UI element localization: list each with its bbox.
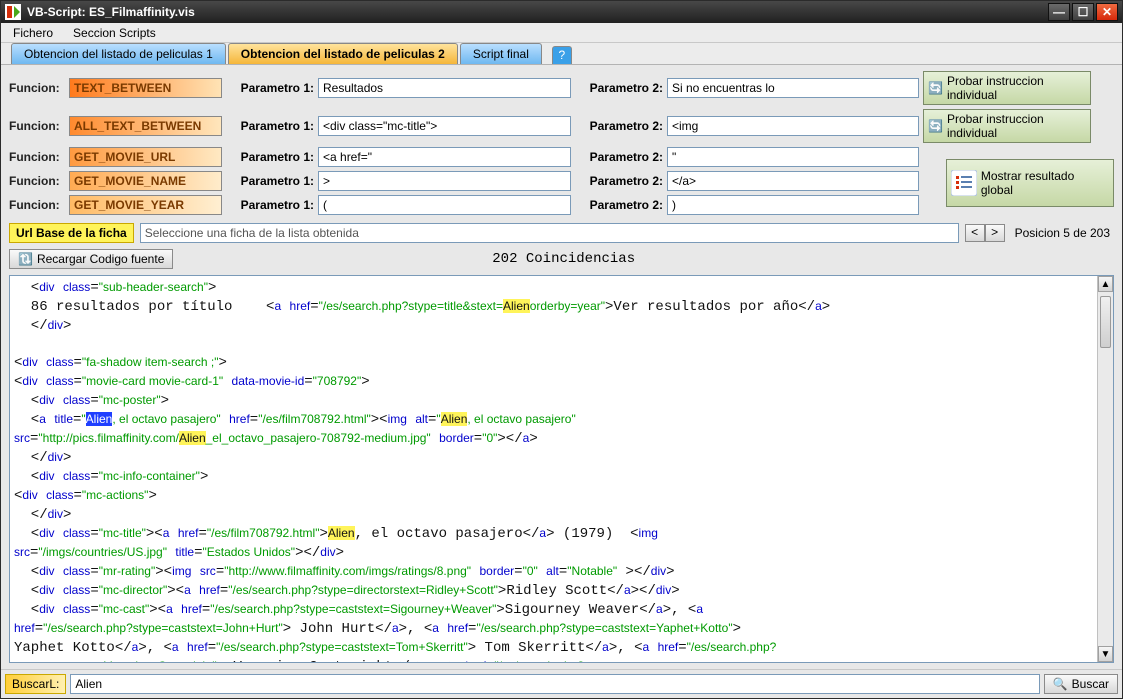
func-box: GET_MOVIE_URL bbox=[69, 147, 222, 167]
tab-script-final[interactable]: Script final bbox=[460, 43, 542, 64]
func-box: GET_MOVIE_NAME bbox=[69, 171, 222, 191]
titlebar: VB-Script: ES_Filmaffinity.vis — ☐ ✕ bbox=[1, 1, 1122, 23]
param2-input[interactable] bbox=[667, 195, 919, 215]
param1-input[interactable] bbox=[318, 147, 571, 167]
param2-input[interactable] bbox=[667, 116, 919, 136]
probar-button[interactable]: 🔄Probar instruccion individual bbox=[923, 71, 1091, 105]
buscar-button[interactable]: 🔍 Buscar bbox=[1044, 674, 1118, 694]
scrollbar[interactable]: ▲ ▼ bbox=[1097, 276, 1113, 662]
close-button[interactable]: ✕ bbox=[1096, 3, 1118, 21]
label-funcion: Funcion: bbox=[9, 81, 65, 95]
tab-help[interactable]: ? bbox=[552, 46, 572, 64]
param-row: Funcion: TEXT_BETWEEN Parametro 1: Param… bbox=[9, 71, 1114, 105]
func-box: GET_MOVIE_YEAR bbox=[69, 195, 222, 215]
scroll-up-button[interactable]: ▲ bbox=[1098, 276, 1113, 292]
tab-peliculas-2[interactable]: Obtencion del listado de peliculas 2 bbox=[228, 43, 458, 64]
url-base-input[interactable] bbox=[140, 223, 959, 243]
reload-source-button[interactable]: 🔃 Recargar Codigo fuente bbox=[9, 249, 173, 269]
app-icon bbox=[5, 4, 21, 20]
url-row: Url Base de la ficha < > Posicion 5 de 2… bbox=[9, 223, 1114, 243]
menubar: Fichero Seccion Scripts bbox=[1, 23, 1122, 43]
position-label: Posicion 5 de 203 bbox=[1011, 226, 1114, 240]
maximize-button[interactable]: ☐ bbox=[1072, 3, 1094, 21]
param1-input[interactable] bbox=[318, 116, 571, 136]
func-box: ALL_TEXT_BETWEEN bbox=[69, 116, 222, 136]
url-base-label: Url Base de la ficha bbox=[9, 223, 134, 243]
coincidencias-label: 202 Coincidencias bbox=[173, 251, 954, 267]
prev-button[interactable]: < bbox=[965, 224, 985, 242]
menu-fichero[interactable]: Fichero bbox=[7, 24, 59, 42]
next-button[interactable]: > bbox=[985, 224, 1005, 242]
global-result-button[interactable]: Mostrar resultado global bbox=[946, 159, 1114, 207]
param2-input[interactable] bbox=[667, 147, 919, 167]
source-code-area[interactable]: <div class="sub-header-search"> 86 resul… bbox=[9, 275, 1114, 663]
list-icon bbox=[951, 170, 977, 196]
scroll-down-button[interactable]: ▼ bbox=[1098, 646, 1113, 662]
search-label: BuscarL: bbox=[5, 674, 66, 694]
scroll-thumb[interactable] bbox=[1100, 296, 1111, 348]
param-row: Funcion: GET_MOVIE_NAME Parametro 1: Par… bbox=[9, 171, 942, 191]
probar-button[interactable]: 🔄Probar instruccion individual bbox=[923, 109, 1091, 143]
menu-seccion-scripts[interactable]: Seccion Scripts bbox=[67, 24, 162, 42]
search-bar: BuscarL: 🔍 Buscar bbox=[1, 669, 1122, 698]
param-row: Funcion: ALL_TEXT_BETWEEN Parametro 1: P… bbox=[9, 109, 1114, 143]
label-param2: Parametro 2: bbox=[581, 81, 663, 95]
window-title: VB-Script: ES_Filmaffinity.vis bbox=[27, 5, 195, 19]
reload-icon: 🔄 bbox=[928, 119, 943, 133]
func-box: TEXT_BETWEEN bbox=[69, 78, 222, 98]
param2-input[interactable] bbox=[667, 171, 919, 191]
refresh-icon: 🔃 bbox=[18, 252, 33, 266]
param2-input[interactable] bbox=[667, 78, 919, 98]
param-row: Funcion: GET_MOVIE_YEAR Parametro 1: Par… bbox=[9, 195, 942, 215]
minimize-button[interactable]: — bbox=[1048, 3, 1070, 21]
param1-input[interactable] bbox=[318, 171, 571, 191]
label-param1: Parametro 1: bbox=[232, 81, 314, 95]
tab-peliculas-1[interactable]: Obtencion del listado de peliculas 1 bbox=[11, 43, 226, 64]
search-input[interactable] bbox=[70, 674, 1039, 694]
reload-icon: 🔄 bbox=[928, 81, 943, 95]
tabbar: Obtencion del listado de peliculas 1 Obt… bbox=[1, 43, 1122, 65]
param-row: Funcion: GET_MOVIE_URL Parametro 1: Para… bbox=[9, 147, 942, 167]
param1-input[interactable] bbox=[318, 78, 571, 98]
param1-input[interactable] bbox=[318, 195, 571, 215]
search-icon: 🔍 bbox=[1053, 677, 1068, 691]
